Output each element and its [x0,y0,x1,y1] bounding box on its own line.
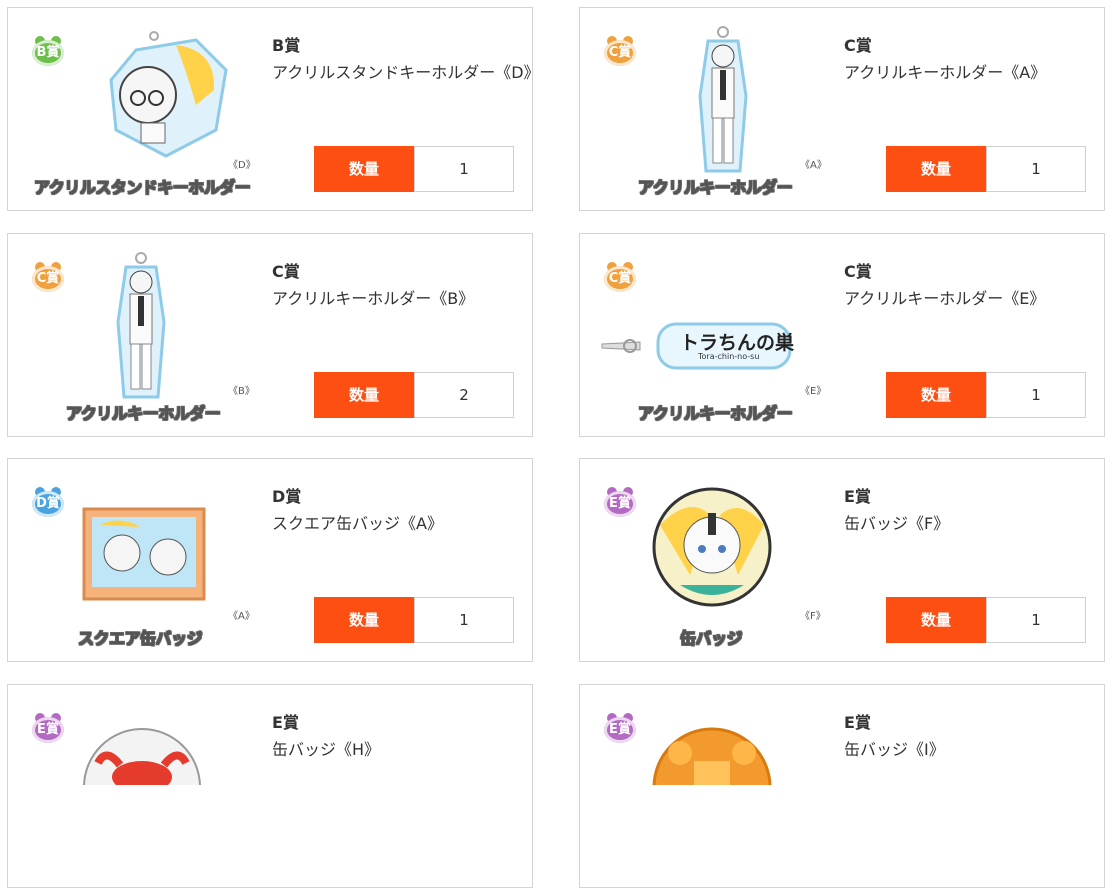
prize-card: E賞 E賞 缶バッジ《I》 [579,684,1105,888]
prize-rank-badge: B賞 [32,36,64,66]
acrylic-stand-illustration [109,31,228,158]
prize-rank: E賞 [844,487,871,506]
quantity-label: 数量 [886,372,986,418]
variant-mark: 《D》 [228,160,256,171]
round-badge-illustration [652,487,772,607]
prize-name: アクリルキーホルダー《B》 [272,289,475,308]
product-art-label: アクリルキーホルダー [637,178,793,198]
prize-rank: C賞 [844,36,872,55]
prize-card: E賞 缶バッジ 《F》 E賞 缶バッジ《F》 数量 1 [579,458,1105,662]
prize-rank: D賞 [272,487,302,506]
product-image[interactable]: C賞 アクリルキーホルダー 《B》 [26,250,256,428]
quantity-label: 数量 [886,146,986,192]
prize-rank-badge: C賞 [604,36,636,66]
acrylic-keychain-illustration [698,26,748,173]
quantity-field[interactable]: 1 [986,146,1086,192]
prize-rank: E賞 [844,713,871,732]
quantity-label: 数量 [314,597,414,643]
quantity-field[interactable]: 1 [414,146,514,192]
quantity-field[interactable]: 1 [986,597,1086,643]
variant-mark: 《A》 [800,160,827,171]
acrylic-keychain-illustration [116,252,166,399]
product-image[interactable]: E賞 缶バッジ 《F》 [598,475,828,653]
round-badge-illustration [83,728,201,785]
product-art-label: アクリルキーホルダー [65,404,221,424]
prize-name: アクリルキーホルダー《E》 [844,289,1046,308]
prize-card: B賞 アクリルスタンドキーホルダー 《D》 B賞 アクリルスタンドキーホルダー《… [7,7,540,211]
product-art-label: 缶バッジ [679,629,743,649]
logo-text: トラちんの巣 [680,332,795,354]
product-art-label: アクリルキーホルダー [637,404,793,424]
prize-name: 缶バッジ《F》 [844,514,950,533]
product-image[interactable]: C賞 アクリルキーホルダー 《A》 [598,24,828,202]
prize-name: アクリルキーホルダー《A》 [844,63,1047,82]
product-image[interactable]: E賞 [598,701,828,879]
quantity-label: 数量 [314,372,414,418]
prize-rank-badge: E賞 [604,713,636,743]
prize-rank: C賞 [272,262,300,281]
prize-rank: C賞 [844,262,872,281]
product-art-label: スクエア缶バッジ [77,629,203,649]
prize-name: 缶バッジ《I》 [844,740,945,759]
prize-card: C賞 アクリルキーホルダー 《B》 C賞 アクリルキーホルダー《B》 数量 2 [7,233,533,437]
prize-name: スクエア缶バッジ《A》 [272,514,443,533]
variant-mark: 《F》 [800,611,826,622]
prize-name: 缶バッジ《H》 [272,740,381,759]
prize-rank-badge: C賞 [604,262,636,292]
quantity-label: 数量 [886,597,986,643]
prize-name: アクリルスタンドキーホルダー《D》 [272,63,540,82]
product-image[interactable]: E賞 [26,701,256,879]
quantity-field[interactable]: 2 [414,372,514,418]
quantity-label: 数量 [314,146,414,192]
prize-rank-badge: C賞 [32,262,64,292]
prize-rank-badge: E賞 [32,713,64,743]
product-image[interactable]: D賞 スクエア缶バッジ 《A》 [26,475,256,653]
product-image[interactable]: B賞 アクリルスタンドキーホルダー 《D》 [26,24,256,202]
prize-rank-badge: D賞 [32,487,64,517]
quantity-field[interactable]: 1 [986,372,1086,418]
prize-rank: E賞 [272,713,299,732]
variant-mark: 《A》 [228,611,255,622]
prize-card: D賞 スクエア缶バッジ 《A》 D賞 スクエア缶バッジ《A》 数量 1 [7,458,533,662]
prize-card: E賞 E賞 缶バッジ《H》 [7,684,533,888]
prize-card: C賞 トラちんの巣 Tora-chin-no-su アクリルキーホルダー 《E》… [579,233,1105,437]
prize-rank-badge: E賞 [604,487,636,517]
prize-card: C賞 アクリルキーホルダー 《A》 C賞 アクリルキーホルダー《A》 数量 1 [579,7,1105,211]
variant-mark: 《B》 [228,386,255,397]
product-art-label: アクリルスタンドキーホルダー [33,178,251,198]
product-image[interactable]: C賞 トラちんの巣 Tora-chin-no-su アクリルキーホルダー 《E》 [598,250,828,428]
square-badge-illustration [82,507,206,601]
round-badge-illustration [652,727,772,785]
variant-mark: 《E》 [800,386,827,397]
quantity-field[interactable]: 1 [414,597,514,643]
prize-rank: B賞 [272,36,301,55]
logo-subtext: Tora-chin-no-su [698,352,760,361]
